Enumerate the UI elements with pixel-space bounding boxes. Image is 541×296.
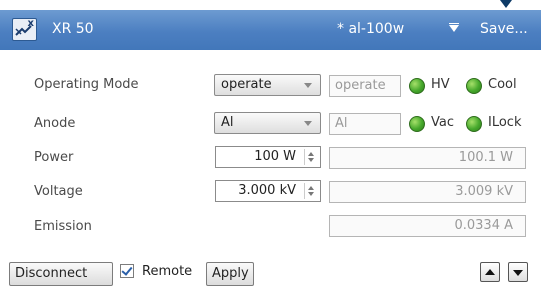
ilock-label: ILock xyxy=(488,115,522,130)
move-up-button[interactable] xyxy=(480,262,500,282)
hv-label: HV xyxy=(431,77,450,92)
vac-label: Vac xyxy=(431,115,454,130)
hv-status-led-icon xyxy=(409,78,425,94)
xr-source-icon: x xyxy=(12,18,37,41)
pointer-arrow-icon xyxy=(500,0,512,8)
anode-value: Al xyxy=(221,115,234,130)
ilock-status-led-icon xyxy=(466,116,482,132)
arrow-down-icon xyxy=(513,270,523,276)
move-down-button[interactable] xyxy=(508,262,528,282)
voltage-spinbox[interactable]: 3.000 kV xyxy=(215,180,321,202)
emission-label: Emission xyxy=(34,219,92,234)
operating-mode-select[interactable]: operate xyxy=(214,74,321,96)
anode-label: Anode xyxy=(34,116,76,131)
chevron-down-icon xyxy=(304,121,312,126)
spin-arrows-icon[interactable] xyxy=(304,183,318,199)
vac-status-led-icon xyxy=(409,116,425,132)
operating-mode-readback: operate xyxy=(329,75,401,97)
preset-name[interactable]: * al-100w xyxy=(337,21,404,37)
voltage-label: Voltage xyxy=(34,184,83,199)
remote-checkbox[interactable] xyxy=(120,264,134,278)
voltage-setpoint: 3.000 kV xyxy=(238,183,296,198)
window-title: XR 50 xyxy=(52,21,94,37)
power-label: Power xyxy=(34,150,74,165)
anode-readback: Al xyxy=(329,113,401,135)
spin-arrows-icon[interactable] xyxy=(304,149,318,165)
title-bar: x XR 50 * al-100w Save... xyxy=(0,10,541,50)
operating-mode-label: Operating Mode xyxy=(34,77,139,92)
apply-button[interactable]: Apply xyxy=(206,262,254,286)
cool-status-led-icon xyxy=(466,78,482,94)
operating-mode-value: operate xyxy=(221,77,272,92)
anode-select[interactable]: Al xyxy=(214,112,321,134)
disconnect-button[interactable]: Disconnect xyxy=(9,262,113,286)
filter-triangle-icon[interactable] xyxy=(449,23,459,32)
power-spinbox[interactable]: 100 W xyxy=(215,146,321,168)
power-readback: 100.1 W xyxy=(329,147,526,169)
save-button[interactable]: Save... xyxy=(480,21,528,37)
emission-readback: 0.0334 A xyxy=(329,215,526,237)
power-setpoint: 100 W xyxy=(254,149,296,164)
cool-label: Cool xyxy=(488,77,517,92)
remote-label[interactable]: Remote xyxy=(142,264,192,279)
chevron-down-icon xyxy=(304,83,312,88)
voltage-readback: 3.009 kV xyxy=(329,181,526,203)
arrow-up-icon xyxy=(485,269,495,275)
